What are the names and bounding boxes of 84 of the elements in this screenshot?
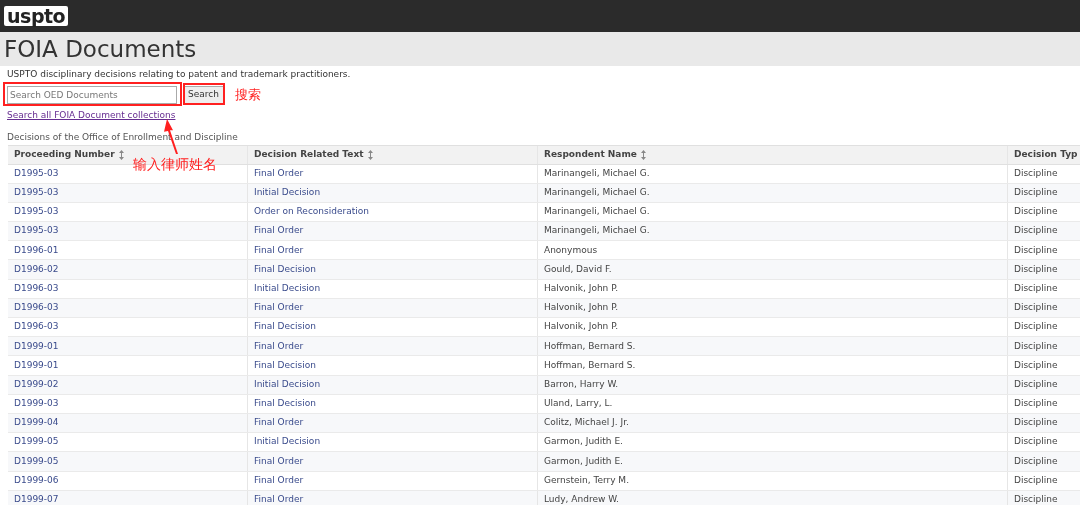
- table-link[interactable]: D1996-03: [14, 281, 59, 296]
- table-cell: Discipline: [1014, 435, 1058, 449]
- table-link[interactable]: D1995-03: [14, 186, 59, 200]
- table-link[interactable]: Initial Decision: [254, 377, 321, 392]
- table-link[interactable]: Final Order: [254, 166, 304, 181]
- table-cell: Halvonik, John P.: [544, 320, 619, 334]
- table-cell-text: Hoffman, Bernard S.: [544, 339, 636, 353]
- table-link[interactable]: D1996-01: [14, 243, 59, 258]
- table-cell-text: Discipline: [1014, 377, 1058, 391]
- table-cell-text: Discipline: [1014, 281, 1058, 295]
- table-cell-text: Barron, Harry W.: [544, 377, 619, 391]
- table-cell: Discipline: [1014, 397, 1058, 411]
- table-link[interactable]: D1999-05: [14, 435, 59, 449]
- table-cell: Discipline: [1014, 205, 1058, 219]
- table-link[interactable]: D1999-07: [14, 493, 59, 505]
- logo[interactable]: uspto: [4, 6, 69, 26]
- table-cell-text: Anonymous: [544, 243, 598, 257]
- table-link[interactable]: D1999-03: [14, 397, 59, 411]
- collections-link[interactable]: Search all FOIA Document collections: [7, 109, 176, 121]
- table-link[interactable]: D1999-04: [14, 416, 59, 430]
- table-link[interactable]: Final Order: [254, 224, 304, 238]
- table-link[interactable]: Final Decision: [254, 320, 316, 334]
- table-link[interactable]: Final Order: [254, 416, 304, 430]
- table-link[interactable]: Final Decision: [254, 397, 316, 411]
- table-link[interactable]: D1995-03: [14, 205, 59, 219]
- table-cell: Discipline: [1014, 224, 1058, 238]
- column-header[interactable]: Respondent Name: [544, 147, 637, 162]
- description: USPTO disciplinary decisions relating to patent and trademark practitioners.: [7, 68, 352, 80]
- table-link[interactable]: Initial Decision: [254, 186, 321, 200]
- table-cell: Discipline: [1014, 493, 1058, 505]
- table-cell-text: Discipline: [1014, 262, 1058, 276]
- table-cell: Discipline: [1014, 186, 1058, 200]
- table-link[interactable]: D1999-01: [14, 339, 59, 354]
- table-cell-text: Hoffman, Bernard S.: [544, 358, 636, 372]
- table-link[interactable]: D1999-05: [14, 454, 59, 469]
- table-cell: Ludy, Andrew W.: [544, 493, 619, 505]
- table-link[interactable]: D1995-03: [14, 166, 59, 181]
- table-cell-text: Discipline: [1014, 243, 1058, 257]
- table-cell: Marinangeli, Michael G.: [544, 186, 650, 200]
- table-link[interactable]: D1999-06: [14, 473, 59, 488]
- table-cell-text: Gernstein, Terry M.: [544, 473, 629, 487]
- column-header[interactable]: Proceeding Number: [14, 147, 115, 162]
- table-cell-text: Discipline: [1014, 473, 1058, 487]
- table-link[interactable]: D1999-01: [14, 358, 59, 373]
- annotation-label: 输入律师姓名: [133, 155, 217, 174]
- table-cell: Colitz, Michael J. Jr.: [544, 416, 629, 430]
- column-header[interactable]: Decision Typ: [1014, 147, 1078, 162]
- table-link[interactable]: D1996-02: [14, 262, 59, 277]
- table-cell-text: Discipline: [1014, 166, 1058, 180]
- table-link[interactable]: Final Decision: [254, 358, 316, 373]
- table-cell: Marinangeli, Michael G.: [544, 224, 650, 238]
- table-cell-text: Halvonik, John P.: [544, 281, 619, 295]
- table-link[interactable]: D1996-03: [14, 320, 59, 334]
- search-button[interactable]: Search: [183, 85, 224, 104]
- annotation-label: 搜索: [234, 86, 261, 104]
- table-link[interactable]: Final Decision: [254, 262, 316, 277]
- page-title: FOIA Documents: [4, 37, 197, 61]
- table-cell: Uland, Larry, L.: [544, 397, 613, 411]
- table-link[interactable]: Final Order: [254, 243, 304, 258]
- table-link[interactable]: Final Order: [254, 493, 304, 505]
- table-cell-text: Garmon, Judith E.: [544, 454, 623, 468]
- table-cell-text: Marinangeli, Michael G.: [544, 166, 650, 180]
- table-cell: Garmon, Judith E.: [544, 435, 623, 449]
- table-cell: Discipline: [1014, 320, 1058, 334]
- table-cell-text: Discipline: [1014, 358, 1058, 372]
- table-link[interactable]: Final Order: [254, 473, 304, 488]
- table-link[interactable]: D1996-03: [14, 301, 59, 315]
- table-link[interactable]: Order on Reconsideration: [254, 205, 369, 219]
- table-link[interactable]: Final Order: [254, 339, 304, 354]
- table-cell-text: Discipline: [1014, 454, 1058, 468]
- table-link[interactable]: Final Order: [254, 301, 304, 315]
- search-field[interactable]: Search OED Documents: [7, 85, 177, 104]
- table-cell-text: Gould, David F.: [544, 262, 612, 276]
- table-link[interactable]: Initial Decision: [254, 281, 321, 296]
- table-link[interactable]: Initial Decision: [254, 435, 321, 449]
- table-link[interactable]: D1995-03: [14, 224, 59, 238]
- table-cell: Discipline: [1014, 301, 1058, 315]
- table-cell: Halvonik, John P.: [544, 301, 619, 315]
- table-link[interactable]: D1999-02: [14, 377, 59, 392]
- column-header[interactable]: Decision Related Text: [254, 147, 364, 162]
- table-cell: Discipline: [1014, 416, 1058, 430]
- table-cell: Marinangeli, Michael G.: [544, 205, 650, 219]
- table-cell-text: Discipline: [1014, 339, 1058, 353]
- table-link[interactable]: Final Order: [254, 454, 304, 469]
